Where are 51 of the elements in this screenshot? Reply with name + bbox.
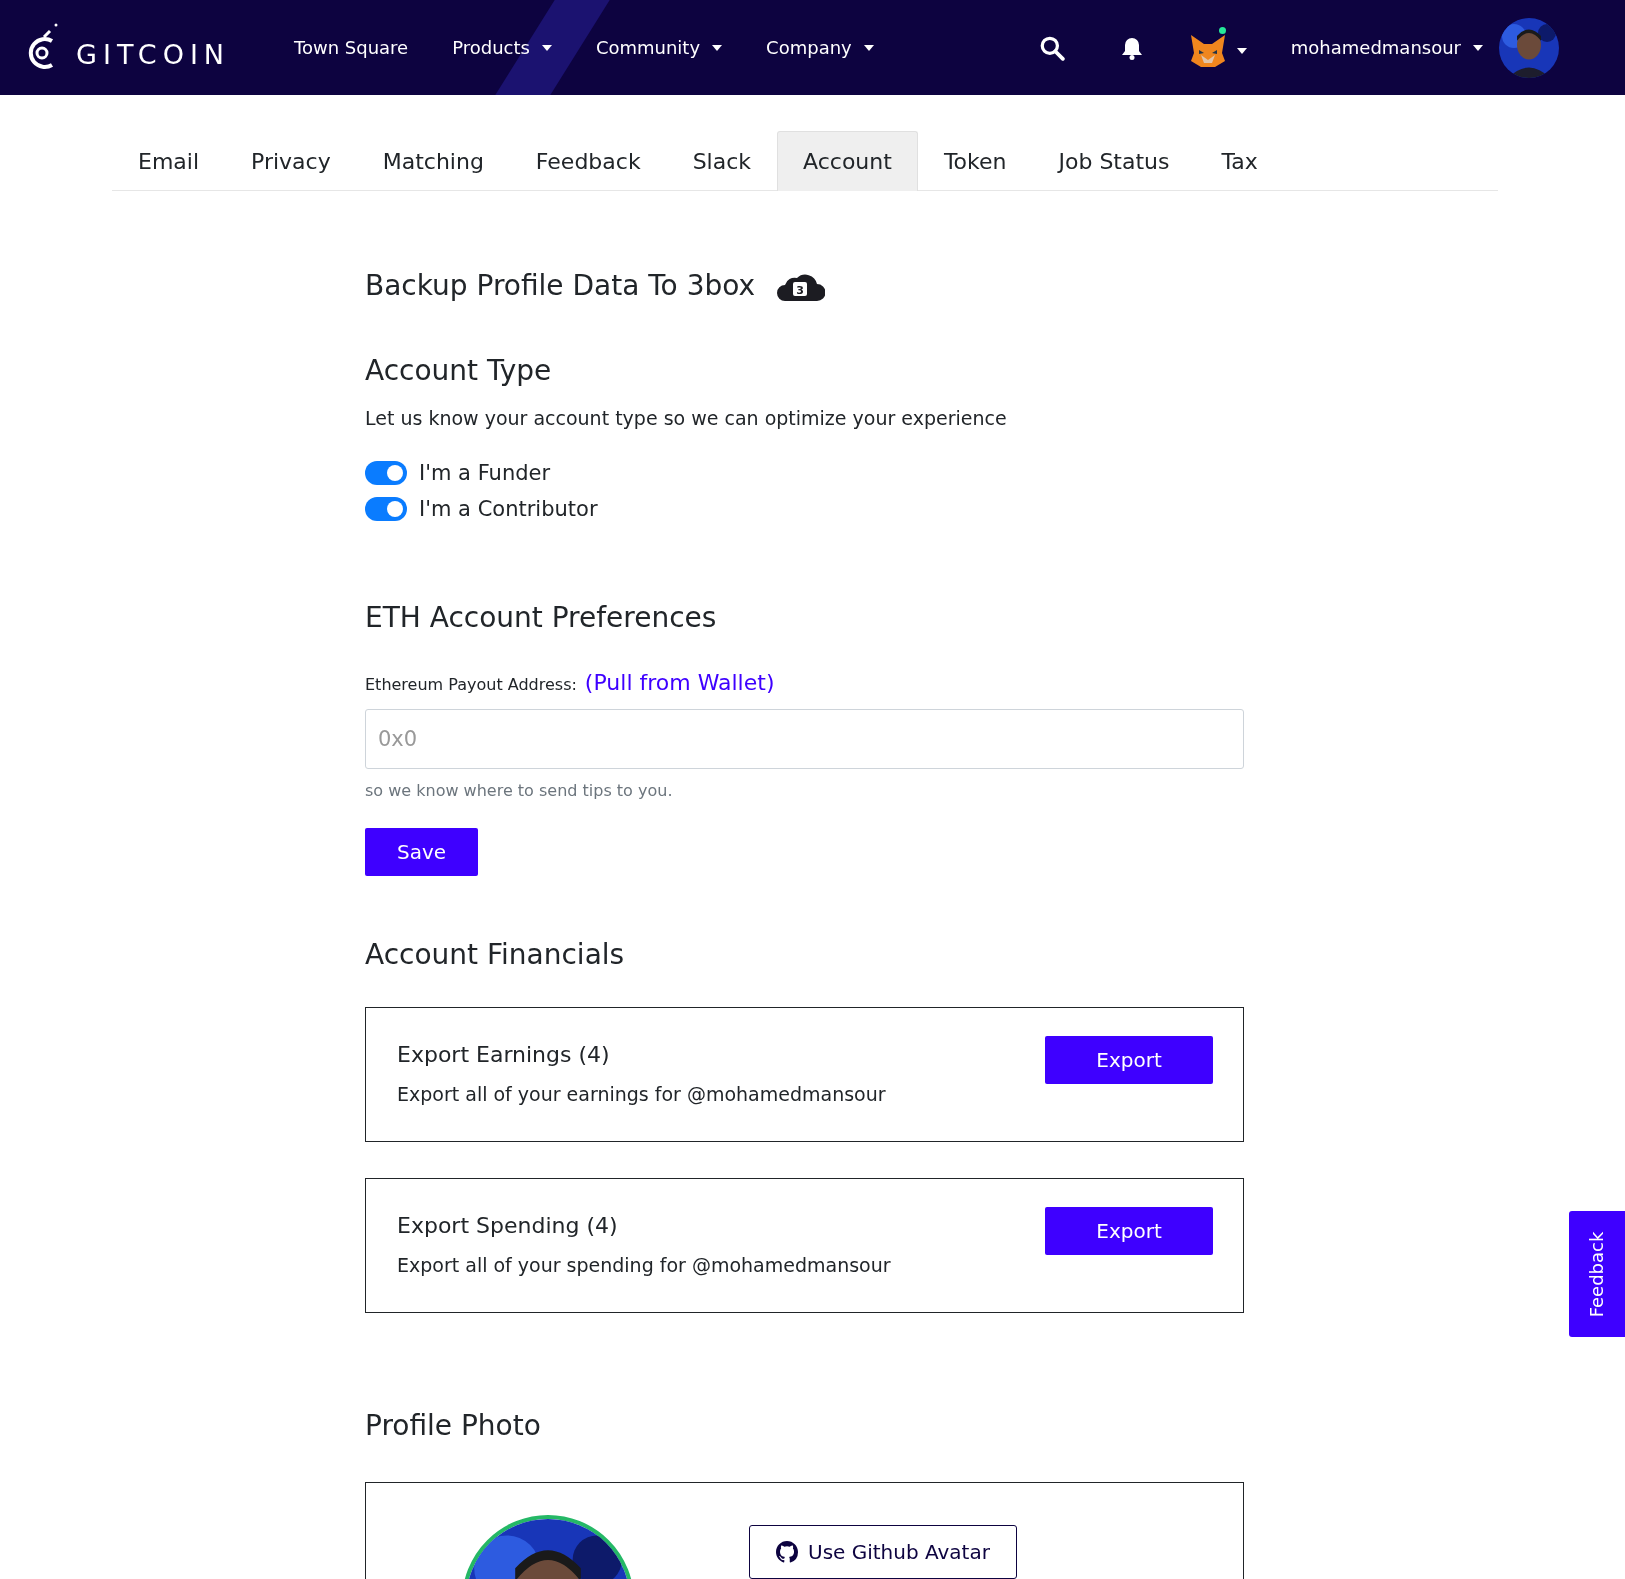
user-menu[interactable]: mohamedmansour xyxy=(1290,37,1483,58)
toggle-switch[interactable] xyxy=(365,497,407,521)
settings-tab[interactable]: Token xyxy=(917,131,1033,191)
github-icon xyxy=(776,1541,798,1563)
settings-tab[interactable]: Account xyxy=(777,131,918,191)
caret-icon xyxy=(712,44,723,51)
toggle-label: I'm a Contributor xyxy=(419,497,598,521)
save-button[interactable]: Save xyxy=(365,828,479,876)
search-button[interactable] xyxy=(1038,34,1065,61)
address-input-field[interactable]: 0x0 xyxy=(365,709,1244,769)
pull-from-wallet-link[interactable]: (Pull from Wallet) xyxy=(584,670,775,695)
section-title: Profile Photo xyxy=(365,1409,541,1442)
settings-tab[interactable]: Tax xyxy=(1195,131,1284,191)
caret-icon xyxy=(863,44,874,51)
logo-text[interactable]: GITCOIN xyxy=(76,39,231,70)
section-title: ETH Account Preferences xyxy=(365,601,717,634)
fox-icon xyxy=(1188,32,1227,69)
nav-link[interactable]: Products xyxy=(452,37,552,58)
field-label: Ethereum Payout Address: xyxy=(365,675,577,694)
caret-icon xyxy=(1236,47,1247,54)
settings-tab[interactable]: Slack xyxy=(666,131,778,191)
settings-tab[interactable]: Email xyxy=(112,131,226,191)
bell-icon xyxy=(1120,35,1143,60)
section-title: Backup Profile Data To 3box xyxy=(365,269,756,302)
toggle-label: I'm a Funder xyxy=(419,461,551,485)
caret-icon xyxy=(541,44,552,51)
card-description: Export all of your spending for @mohamedmansour xyxy=(397,1254,892,1276)
settings-tab[interactable]: Privacy xyxy=(225,131,357,191)
card-title: Export Earnings (4) xyxy=(397,1042,611,1067)
settings-tab[interactable]: Feedback xyxy=(509,131,667,191)
nav-link[interactable]: Company xyxy=(766,37,874,58)
notifications-button[interactable] xyxy=(1120,35,1143,60)
export-button[interactable]: Export xyxy=(1045,1035,1213,1084)
toggle-switch[interactable] xyxy=(365,461,407,485)
card-title: Export Spending (4) xyxy=(397,1213,619,1238)
nav-link[interactable]: Town Square xyxy=(294,37,409,58)
section-title: Account Financials xyxy=(365,938,625,971)
status-dot xyxy=(1218,26,1226,34)
section-title: Account Type xyxy=(365,354,552,387)
export-button[interactable]: Export xyxy=(1045,1206,1213,1255)
section-description: Let us know your account type so we can optimize your experience xyxy=(365,407,1008,429)
card-description: Export all of your earnings for @mohamedmansour xyxy=(397,1083,887,1105)
help-text: so we know where to send tips to you. xyxy=(365,781,674,800)
feedback-tab[interactable]: Feedback xyxy=(1569,1211,1625,1337)
search-icon xyxy=(1038,34,1065,61)
settings-tab[interactable]: Job Status xyxy=(1032,131,1196,191)
caret-icon xyxy=(1473,44,1483,51)
github-avatar-button[interactable]: Use Github Avatar xyxy=(749,1525,1017,1579)
wallet-button[interactable] xyxy=(1188,26,1247,69)
settings-tab[interactable]: Matching xyxy=(356,131,510,191)
nav-link[interactable]: Community xyxy=(595,37,723,58)
